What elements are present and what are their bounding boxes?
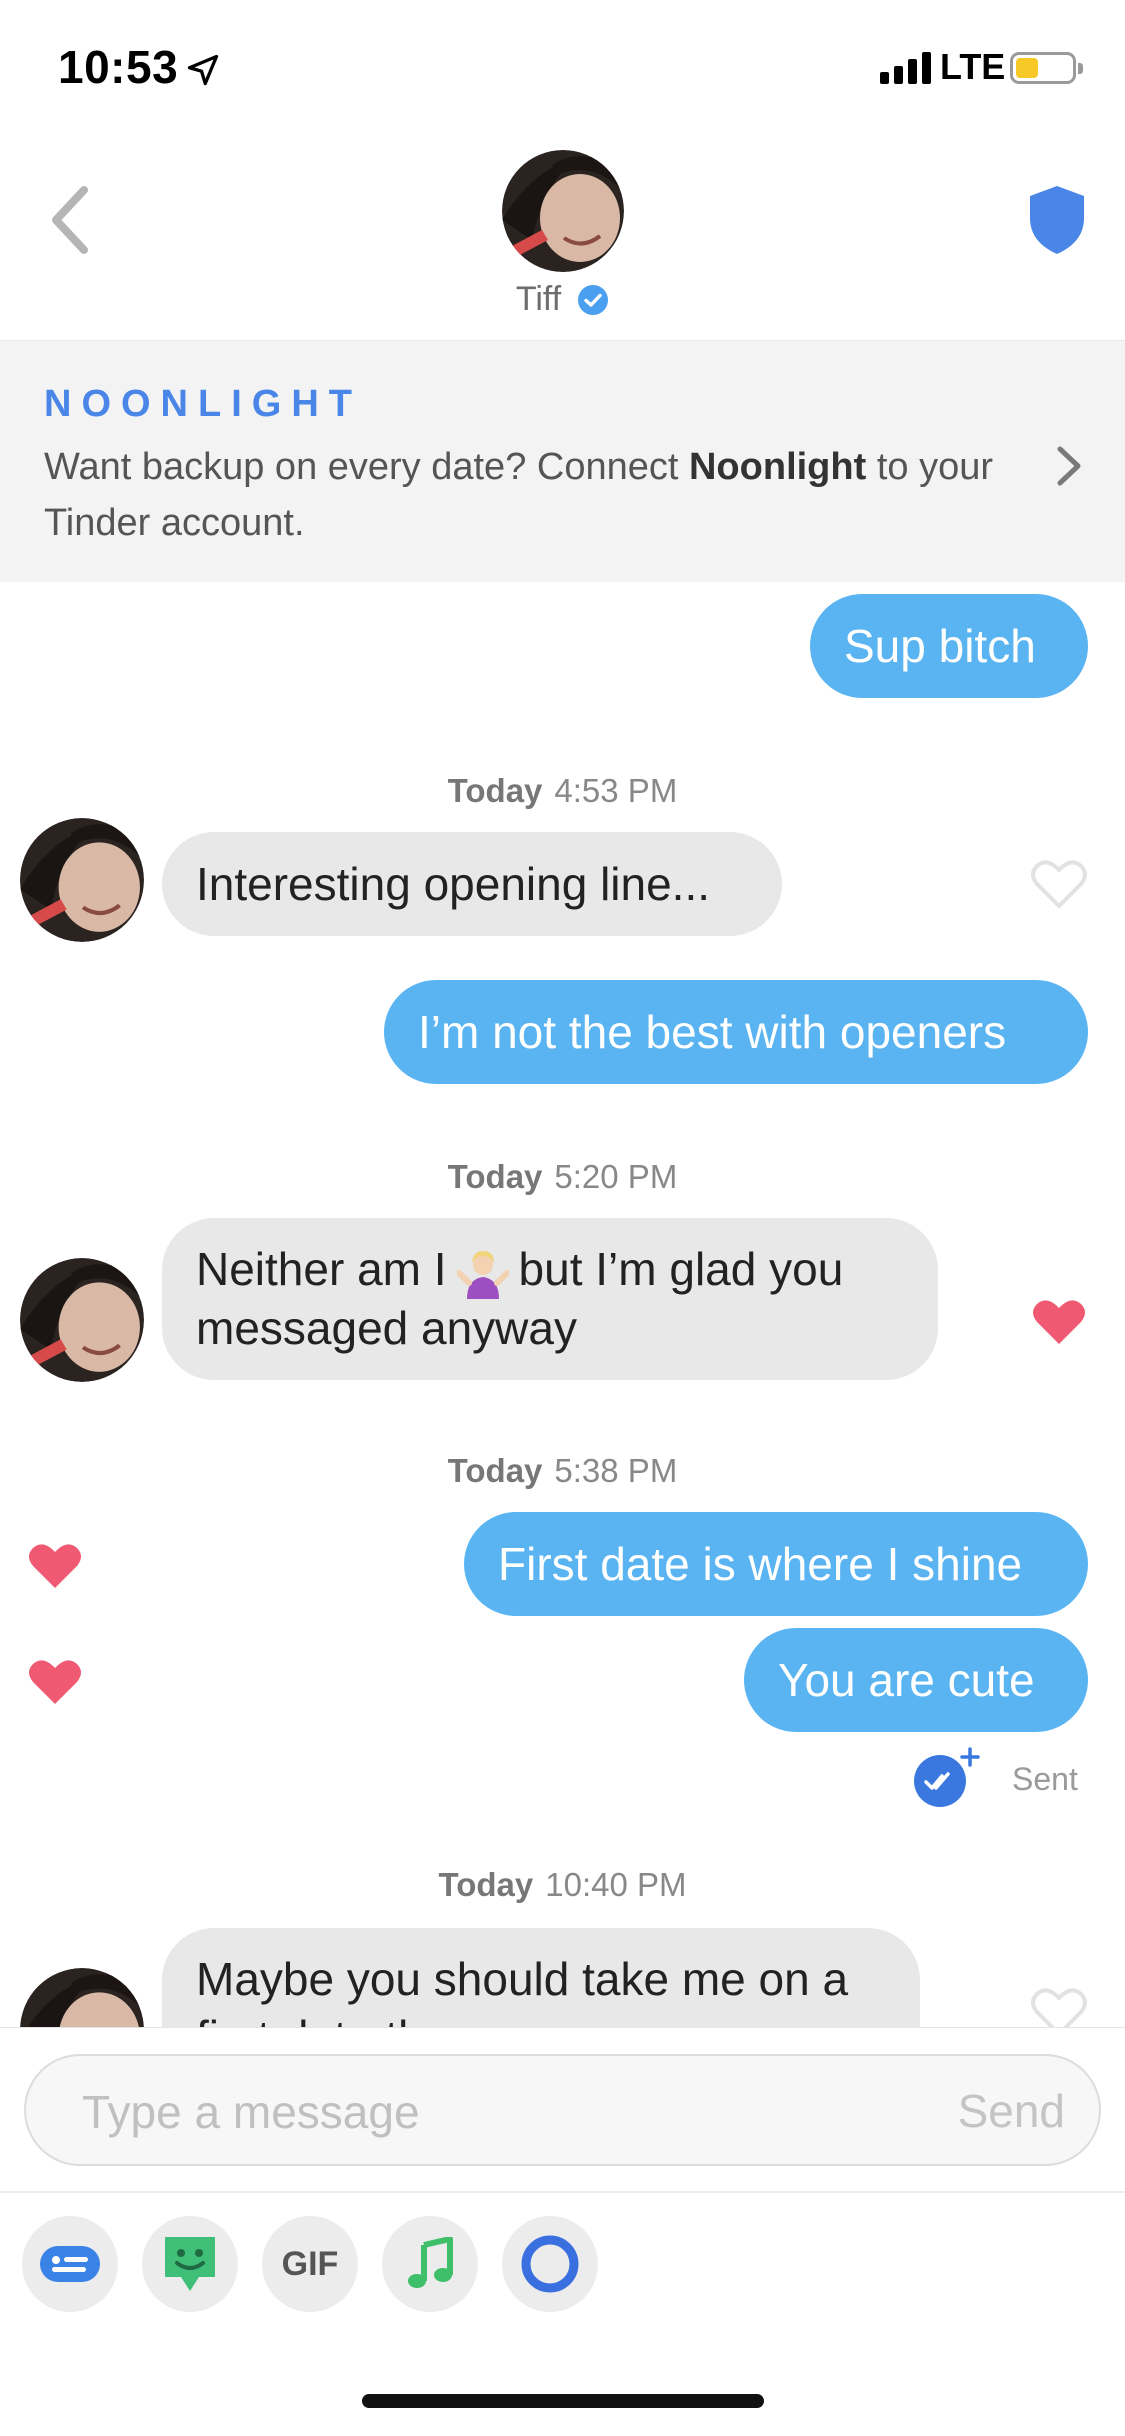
contact-avatar-small[interactable] <box>20 1258 144 1382</box>
contact-name-row[interactable]: Tiff <box>0 280 1125 319</box>
signal-icon <box>880 50 931 84</box>
banner-text: Want backup on every date? Connect Noonl… <box>44 446 993 544</box>
message-timestamp: Today 10:40 PM <box>438 1866 687 1903</box>
heart-filled-icon[interactable] <box>1031 1296 1087 1348</box>
smiley-sticker-icon <box>165 2237 215 2291</box>
music-note-icon <box>408 2237 453 2288</box>
home-indicator[interactable] <box>362 2394 764 2408</box>
message-bubble-outgoing[interactable]: You are cute <box>744 1628 1088 1732</box>
contact-avatar[interactable] <box>502 150 624 272</box>
message-bubble-outgoing[interactable]: I’m not the best with openers <box>384 980 1088 1084</box>
network-type: LTE <box>940 46 1006 87</box>
loop-button[interactable] <box>502 2216 598 2312</box>
message-bubble-incoming[interactable]: Maybe you should take me on a first date… <box>162 1928 920 2027</box>
sticker-button[interactable] <box>142 2216 238 2312</box>
message-list[interactable]: Sup bitch Today 4:53 PM Interesting openi… <box>0 582 1125 2027</box>
contact-name: Tiff <box>515 280 562 318</box>
chat-header: Tiff <box>0 140 1125 340</box>
gif-button[interactable]: GIF <box>262 2216 358 2312</box>
chat-bubble-icon <box>40 2246 100 2282</box>
battery-icon <box>1010 52 1083 84</box>
noonlight-banner[interactable]: NOONLIGHT Want backup on every date? Con… <box>0 340 1125 582</box>
send-button[interactable]: Send <box>958 2084 1065 2138</box>
heart-outline-icon[interactable] <box>1031 1986 1087 2027</box>
message-timestamp: Today 4:53 PM <box>447 772 678 809</box>
message-bubble-outgoing[interactable]: First date is where I shine <box>464 1512 1088 1616</box>
heart-filled-icon[interactable] <box>27 1656 83 1708</box>
ring-icon <box>521 2235 579 2293</box>
back-chevron-icon[interactable] <box>40 180 100 260</box>
message-input-container[interactable]: Send <box>24 2054 1101 2166</box>
safety-shield-icon[interactable] <box>1028 184 1086 256</box>
message-input[interactable] <box>82 2080 882 2144</box>
chevron-right-icon <box>1057 446 1081 486</box>
music-button[interactable] <box>382 2216 478 2312</box>
divider <box>0 2191 1125 2193</box>
read-receipt-icon[interactable] <box>912 1747 984 1809</box>
contact-avatar-small[interactable] <box>20 1968 144 2027</box>
heart-outline-icon[interactable] <box>1031 858 1087 910</box>
status-time: 10:53 <box>58 41 179 93</box>
location-arrow-icon <box>187 54 219 86</box>
gif-label: GIF <box>281 2244 339 2283</box>
verified-badge-icon <box>578 284 609 315</box>
message-bubble-incoming[interactable]: Interesting opening line... <box>162 832 782 936</box>
message-bubble-outgoing[interactable]: Sup bitch <box>810 594 1088 698</box>
bitmoji-chat-button[interactable] <box>22 2216 118 2312</box>
message-timestamp: Today 5:20 PM <box>447 1158 678 1195</box>
message-timestamp: Today 5:38 PM <box>447 1452 678 1489</box>
noonlight-logo: NOONLIGHT <box>44 383 362 425</box>
message-bubble-incoming[interactable]: Neither am I but I’m glad you messaged a… <box>162 1218 938 1380</box>
sent-label: Sent <box>1012 1761 1078 1797</box>
heart-filled-icon[interactable] <box>27 1540 83 1592</box>
status-bar: 10:53 LTE <box>0 0 1125 140</box>
shrug-emoji-icon <box>456 1250 509 1299</box>
contact-avatar-small[interactable] <box>20 818 144 942</box>
message-composer: Send GIF <box>0 2027 1125 2436</box>
